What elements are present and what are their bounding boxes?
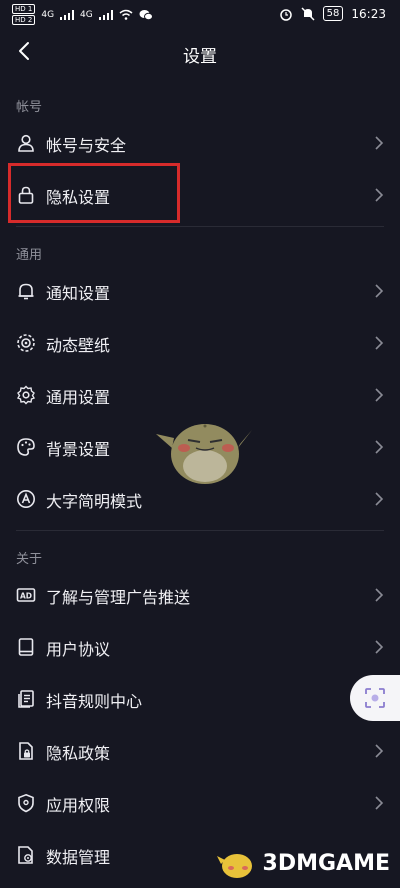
bell-icon xyxy=(18,283,34,300)
mascot-watermark-image xyxy=(156,424,252,484)
row-label: 用户协议 xyxy=(46,640,111,659)
chevron-right-icon xyxy=(375,440,384,454)
chevron-right-icon xyxy=(375,388,384,402)
section-divider xyxy=(16,226,384,227)
highlight-box xyxy=(8,163,180,223)
document-lock-icon xyxy=(19,742,33,760)
user-icon xyxy=(18,134,34,152)
section-account: 帐号 xyxy=(16,100,43,115)
font-a-icon xyxy=(17,490,35,508)
shield-icon xyxy=(18,793,34,813)
status-bar: HD 1 HD 2 4G 4G 58 16:23 xyxy=(0,0,400,28)
chevron-right-icon xyxy=(375,744,384,758)
row-label: 应用权限 xyxy=(46,796,111,815)
hd2-badge: HD 2 xyxy=(12,15,36,25)
section-divider xyxy=(16,530,384,531)
book-icon xyxy=(18,638,34,656)
hd1-badge: HD 1 xyxy=(12,4,36,14)
chevron-right-icon xyxy=(375,492,384,506)
status-left: HD 1 HD 2 4G 4G xyxy=(12,4,153,25)
row-label: 帐号与安全 xyxy=(46,136,127,155)
row-label: 通用设置 xyxy=(46,388,111,407)
chevron-right-icon xyxy=(375,796,384,810)
row-label: 动态壁纸 xyxy=(46,336,111,355)
row-label: 隐私政策 xyxy=(46,744,111,763)
row-label: 通知设置 xyxy=(46,284,111,303)
section-about: 关于 xyxy=(16,552,43,567)
row-live-wallpaper[interactable]: 动态壁纸 xyxy=(0,317,400,369)
chevron-right-icon xyxy=(375,136,384,150)
palette-icon xyxy=(17,438,35,456)
document-list-icon xyxy=(18,690,34,708)
section-general: 通用 xyxy=(16,248,43,263)
wifi-icon xyxy=(119,9,133,20)
status-right: 58 16:23 xyxy=(279,6,386,21)
scan-icon xyxy=(365,688,385,708)
chevron-right-icon xyxy=(375,188,384,202)
wallpaper-icon xyxy=(17,334,35,352)
chevron-right-icon xyxy=(375,336,384,350)
row-rules-center[interactable]: 抖音规则中心 xyxy=(0,673,400,725)
row-account-security[interactable]: 帐号与安全 xyxy=(0,117,400,169)
svg-text:AD: AD xyxy=(20,592,32,601)
data-doc-icon xyxy=(18,846,33,864)
network-1: 4G xyxy=(41,9,55,20)
row-privacy-policy[interactable]: 隐私政策 xyxy=(0,725,400,777)
page-title: 设置 xyxy=(183,47,217,67)
row-label: 背景设置 xyxy=(46,440,111,459)
network-2: 4G xyxy=(80,9,93,20)
chevron-right-icon xyxy=(375,640,384,654)
floating-scan-button[interactable] xyxy=(350,675,400,721)
watermark-mascot-icon xyxy=(216,854,252,878)
row-ad-management[interactable]: AD 了解与管理广告推送 xyxy=(0,569,400,621)
site-watermark: 3DMGAME xyxy=(216,846,390,880)
signal-icon-2 xyxy=(98,9,113,20)
alarm-icon xyxy=(279,8,292,21)
signal-icon xyxy=(60,9,75,20)
gear-icon xyxy=(16,385,36,405)
row-label: 数据管理 xyxy=(46,848,111,867)
row-user-agreement[interactable]: 用户协议 xyxy=(0,621,400,673)
hd-badges: HD 1 HD 2 xyxy=(12,4,36,25)
chevron-right-icon xyxy=(375,588,384,602)
mute-icon xyxy=(301,6,315,21)
clock: 16:23 xyxy=(351,6,386,21)
chevron-right-icon xyxy=(375,284,384,298)
battery-level: 58 xyxy=(322,6,344,21)
row-notifications[interactable]: 通知设置 xyxy=(0,265,400,317)
ad-icon: AD xyxy=(16,588,36,602)
row-label: 了解与管理广告推送 xyxy=(46,588,191,607)
row-app-permissions[interactable]: 应用权限 xyxy=(0,777,400,829)
watermark-text: 3DMGAME xyxy=(262,850,390,876)
row-label: 抖音规则中心 xyxy=(46,692,143,711)
wechat-icon xyxy=(139,9,153,20)
header: 设置 xyxy=(0,34,400,72)
row-label: 大字简明模式 xyxy=(46,492,143,511)
